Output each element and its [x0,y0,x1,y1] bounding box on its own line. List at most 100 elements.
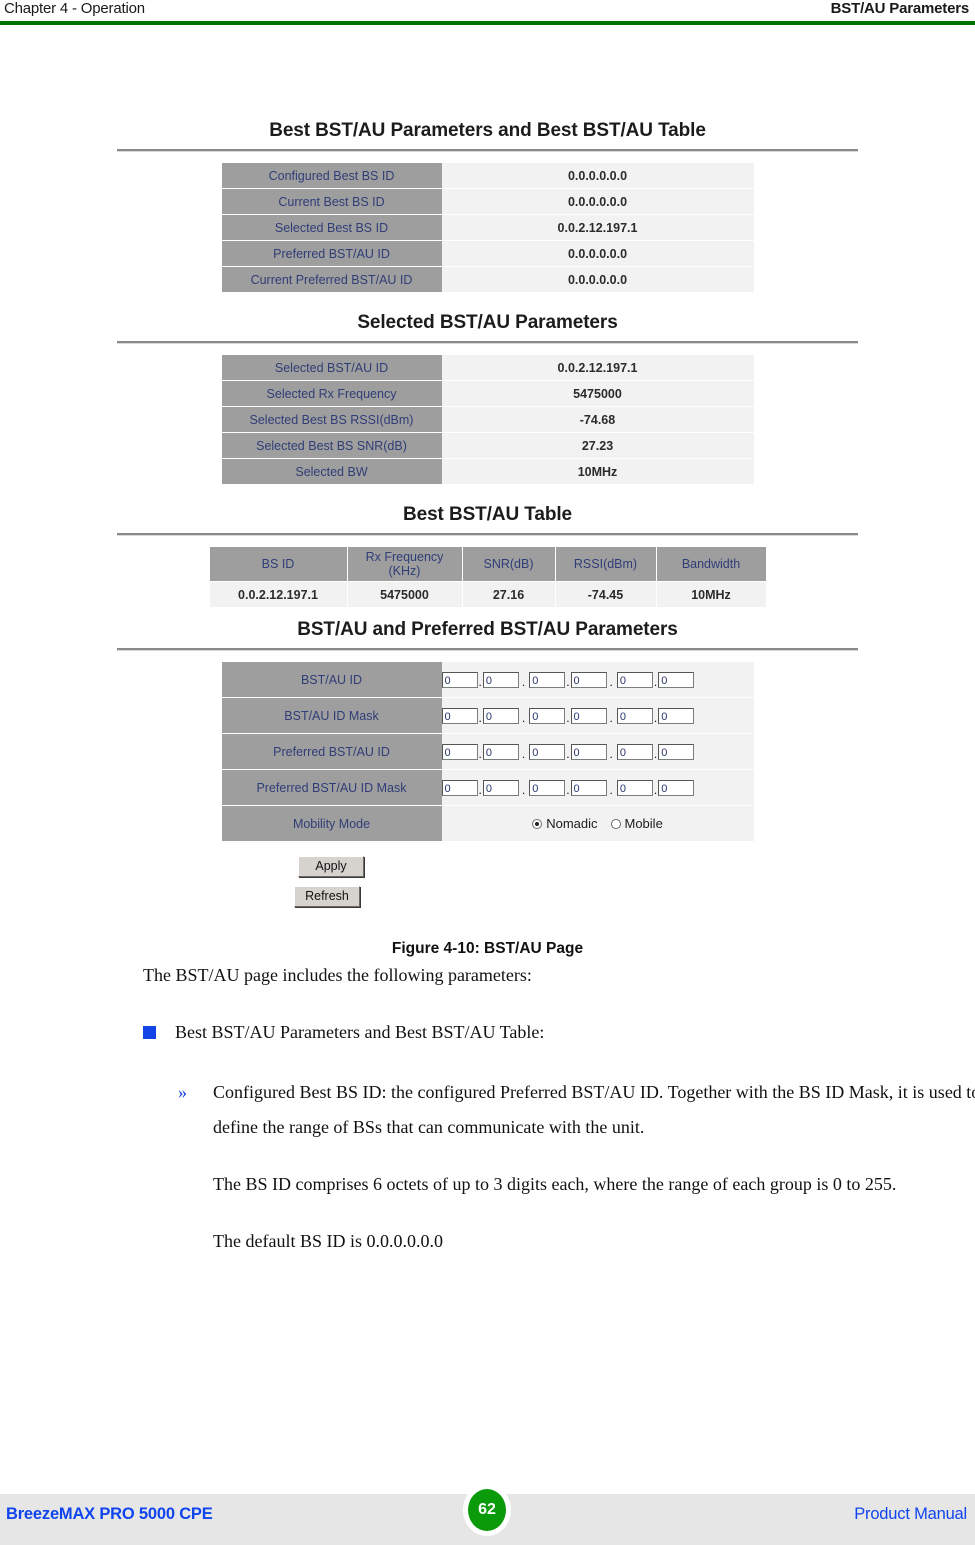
param-label: Preferred BST/AU ID [221,240,442,267]
octet-input-1[interactable]: 0 [441,671,478,688]
octet-input-4[interactable]: 0 [570,779,607,796]
form-label-bst-au-id-mask: BST/AU ID Mask [221,697,442,734]
octet-input-1[interactable]: 0 [441,779,478,796]
octet-input-5[interactable]: 0 [616,671,653,688]
table-row: Selected BW 10MHz [221,458,754,485]
table-row: Preferred BST/AU ID 0 . 0 . 0 . 0 . 0 . … [221,733,754,770]
header-section-label: BST/AU Parameters [830,0,970,17]
bullet-level2-item: » Configured Best BS ID: the configured … [178,1075,975,1259]
header-chapter-label: Chapter 4 - Operation [4,0,145,17]
column-header-line1: SNR(dB) [483,556,534,571]
octet-separator: . [521,710,526,725]
octet-input-4[interactable]: 0 [570,743,607,760]
param-value: 5475000 [441,380,754,407]
radio-label-nomadic: Nomadic [546,816,598,831]
section-title-best-table: Best BST/AU Table [403,504,572,525]
octet-separator: . [609,710,613,725]
cell-bs-id: 0.0.2.12.197.1 [209,581,348,607]
column-header-line1: RSSI(dBm) [573,556,638,571]
octet-input-5[interactable]: 0 [616,779,653,796]
table-row: BST/AU ID 0 . 0 . 0 . 0 . 0 . 0 [221,662,754,698]
column-header-bs-id: BS ID [209,547,348,582]
bst-au-form-table: BST/AU ID 0 . 0 . 0 . 0 . 0 . 0 BST/AU I… [221,662,754,842]
best-bst-au-table: BS ID Rx Frequency (KHz) SNR(dB) RSSI(dB… [209,547,766,607]
octet-input-3[interactable]: 0 [529,779,566,796]
octet-separator: . [521,746,526,761]
table-row: Selected Best BS ID 0.0.2.12.197.1 [221,214,754,241]
apply-button[interactable]: Apply [298,856,364,877]
octet-separator: . [609,782,613,797]
param-label: Selected BST/AU ID [221,355,442,381]
section-title-best-params: Best BST/AU Parameters and Best BST/AU T… [269,120,706,141]
octet-input-2[interactable]: 0 [482,743,519,760]
octet-input-5[interactable]: 0 [616,743,653,760]
body-content: The BST/AU page includes the following p… [143,958,975,1259]
octet-input-6[interactable]: 0 [658,671,695,688]
octet-separator: . [609,746,613,761]
param-value: 0.0.2.12.197.1 [441,355,754,381]
param-value: 0.0.0.0.0.0 [441,240,754,267]
square-bullet-icon [143,1026,156,1039]
octet-separator: . [609,674,613,689]
octet-input-1[interactable]: 0 [441,743,478,760]
octet-input-2[interactable]: 0 [482,707,519,724]
octet-input-3[interactable]: 0 [529,707,566,724]
radio-selected-icon[interactable] [532,818,543,829]
cell-rx-frequency: 5475000 [347,581,463,607]
param-label: Selected Best BS RSSI(dBm) [221,406,442,433]
radio-unselected-icon[interactable] [610,818,621,829]
param-label: Configured Best BS ID [221,163,442,189]
param-label: Selected Best BS ID [221,214,442,241]
table-row: 0.0.2.12.197.1 5475000 27.16 -74.45 10MH… [209,581,766,607]
param-label: Selected Rx Frequency [221,380,442,407]
param-label: Current Best BS ID [221,188,442,215]
octet-input-2[interactable]: 0 [482,779,519,796]
table-row: Selected Best BS SNR(dB) 27.23 [221,432,754,459]
column-header-rssi: RSSI(dBm) [555,547,657,582]
param-label: Selected BW [221,458,442,485]
octet-input-4[interactable]: 0 [570,671,607,688]
figure-caption: Figure 4-10: BST/AU Page [391,940,584,957]
octet-input-3[interactable]: 0 [529,671,566,688]
octet-input-1[interactable]: 0 [441,707,478,724]
octet-group-preferred-bst-au-id: 0 . 0 . 0 . 0 . 0 . 0 [441,743,754,761]
radio-option-nomadic[interactable]: Nomadic [532,816,598,831]
param-label: Current Preferred BST/AU ID [221,266,442,293]
param-value: 0.0.0.0.0.0 [441,163,754,189]
column-header-snr: SNR(dB) [462,547,556,582]
table-row: Selected Rx Frequency 5475000 [221,380,754,407]
octet-separator: . [521,782,526,797]
radio-label-mobile: Mobile [624,816,663,831]
sub-paragraph-default: The default BS ID is 0.0.0.0.0.0 [213,1231,443,1251]
octet-input-4[interactable]: 0 [570,707,607,724]
octet-input-6[interactable]: 0 [658,779,695,796]
table-row: Preferred BST/AU ID Mask 0 . 0 . 0 . 0 .… [221,769,754,806]
page-number-badge: 62 [463,1484,511,1536]
table-row: Selected BST/AU ID 0.0.2.12.197.1 [221,355,754,381]
section-title-selected-params: Selected BST/AU Parameters [357,312,618,333]
bullet-level1-item: Best BST/AU Parameters and Best BST/AU T… [143,1015,973,1050]
bullet-level1-text: Best BST/AU Parameters and Best BST/AU T… [175,1022,545,1042]
column-header-bandwidth: Bandwidth [656,547,766,582]
octet-group-bst-au-id-mask: 0 . 0 . 0 . 0 . 0 . 0 [441,707,754,725]
octet-group-preferred-bst-au-id-mask: 0 . 0 . 0 . 0 . 0 . 0 [441,779,754,797]
section-rule-1 [117,149,858,152]
refresh-button[interactable]: Refresh [294,886,360,907]
octet-input-6[interactable]: 0 [658,707,695,724]
column-header-rx-frequency: Rx Frequency (KHz) [347,547,463,582]
footer-product-name: BreezeMAX PRO 5000 CPE [6,1505,213,1523]
param-value: 10MHz [441,458,754,485]
form-label-mobility-mode: Mobility Mode [221,805,442,842]
sub-paragraph-octets: The BS ID comprises 6 octets of up to 3 … [213,1174,897,1194]
radio-option-mobile[interactable]: Mobile [610,816,663,831]
section-rule-2 [117,341,858,344]
octet-input-2[interactable]: 0 [482,671,519,688]
octet-input-3[interactable]: 0 [529,743,566,760]
column-header-line1: BS ID [261,556,295,571]
octet-input-5[interactable]: 0 [616,707,653,724]
cell-rssi: -74.45 [555,581,657,607]
bullet-level2-text: Configured Best BS ID: the configured Pr… [213,1082,975,1137]
param-value: 0.0.2.12.197.1 [441,214,754,241]
octet-input-6[interactable]: 0 [658,743,695,760]
section-rule-3 [117,533,858,536]
